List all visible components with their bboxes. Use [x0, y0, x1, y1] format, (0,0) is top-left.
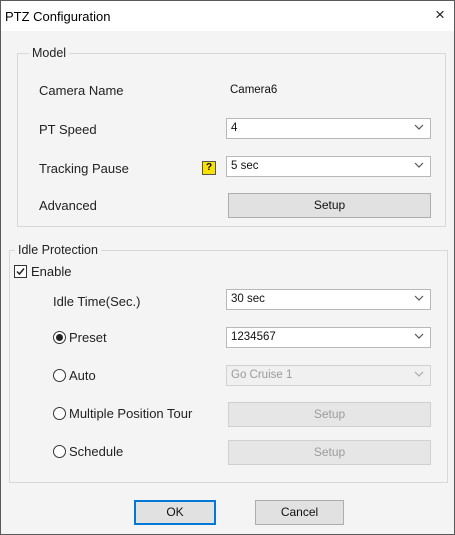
advanced-setup-button[interactable]: Setup — [228, 193, 431, 218]
tour-radio[interactable] — [53, 407, 66, 420]
cancel-button[interactable]: Cancel — [255, 500, 344, 525]
auto-dropdown[interactable]: Go Cruise 1 — [226, 365, 431, 386]
enable-label: Enable — [31, 264, 72, 279]
schedule-setup-button[interactable]: Setup — [228, 440, 431, 465]
auto-value: Go Cruise 1 — [231, 369, 293, 381]
window-title: PTZ Configuration — [5, 9, 111, 24]
preset-value: 1234567 — [231, 331, 276, 343]
help-icon[interactable]: ? — [202, 161, 216, 175]
model-group-label: Model — [29, 46, 70, 60]
pt-speed-label: PT Speed — [39, 122, 97, 137]
chevron-down-icon — [414, 371, 424, 377]
ok-button[interactable]: OK — [134, 500, 216, 525]
schedule-radio[interactable] — [53, 445, 66, 458]
pt-speed-dropdown[interactable]: 4 — [226, 118, 431, 139]
ptz-configuration-dialog: PTZ Configuration × Model Camera Name Ca… — [0, 0, 455, 535]
idle-time-value: 30 sec — [231, 293, 265, 305]
advanced-label: Advanced — [39, 198, 97, 213]
idle-protection-group-label: Idle Protection — [15, 243, 101, 257]
tour-setup-button[interactable]: Setup — [228, 402, 431, 427]
tracking-pause-dropdown[interactable]: 5 sec — [226, 156, 431, 177]
preset-dropdown[interactable]: 1234567 — [226, 327, 431, 348]
idle-time-dropdown[interactable]: 30 sec — [226, 289, 431, 310]
title-bar: PTZ Configuration × — [1, 1, 454, 31]
pt-speed-value: 4 — [231, 122, 238, 134]
preset-label: Preset — [69, 330, 107, 345]
enable-checkbox[interactable] — [14, 265, 27, 278]
camera-name-label: Camera Name — [39, 83, 124, 98]
checkmark-icon — [16, 268, 25, 276]
idle-time-label: Idle Time(Sec.) — [53, 294, 141, 309]
auto-label: Auto — [69, 368, 96, 383]
radio-dot-icon — [56, 334, 63, 341]
camera-name-value: Camera6 — [230, 84, 278, 96]
schedule-label: Schedule — [69, 444, 124, 459]
tracking-pause-value: 5 sec — [231, 160, 259, 172]
close-icon[interactable]: × — [429, 4, 451, 26]
tracking-pause-label: Tracking Pause — [39, 161, 129, 176]
preset-radio[interactable] — [53, 331, 66, 344]
tour-label: Multiple Position Tour — [69, 406, 193, 421]
chevron-down-icon — [414, 162, 424, 168]
chevron-down-icon — [414, 124, 424, 130]
chevron-down-icon — [414, 295, 424, 301]
chevron-down-icon — [414, 333, 424, 339]
auto-radio[interactable] — [53, 369, 66, 382]
